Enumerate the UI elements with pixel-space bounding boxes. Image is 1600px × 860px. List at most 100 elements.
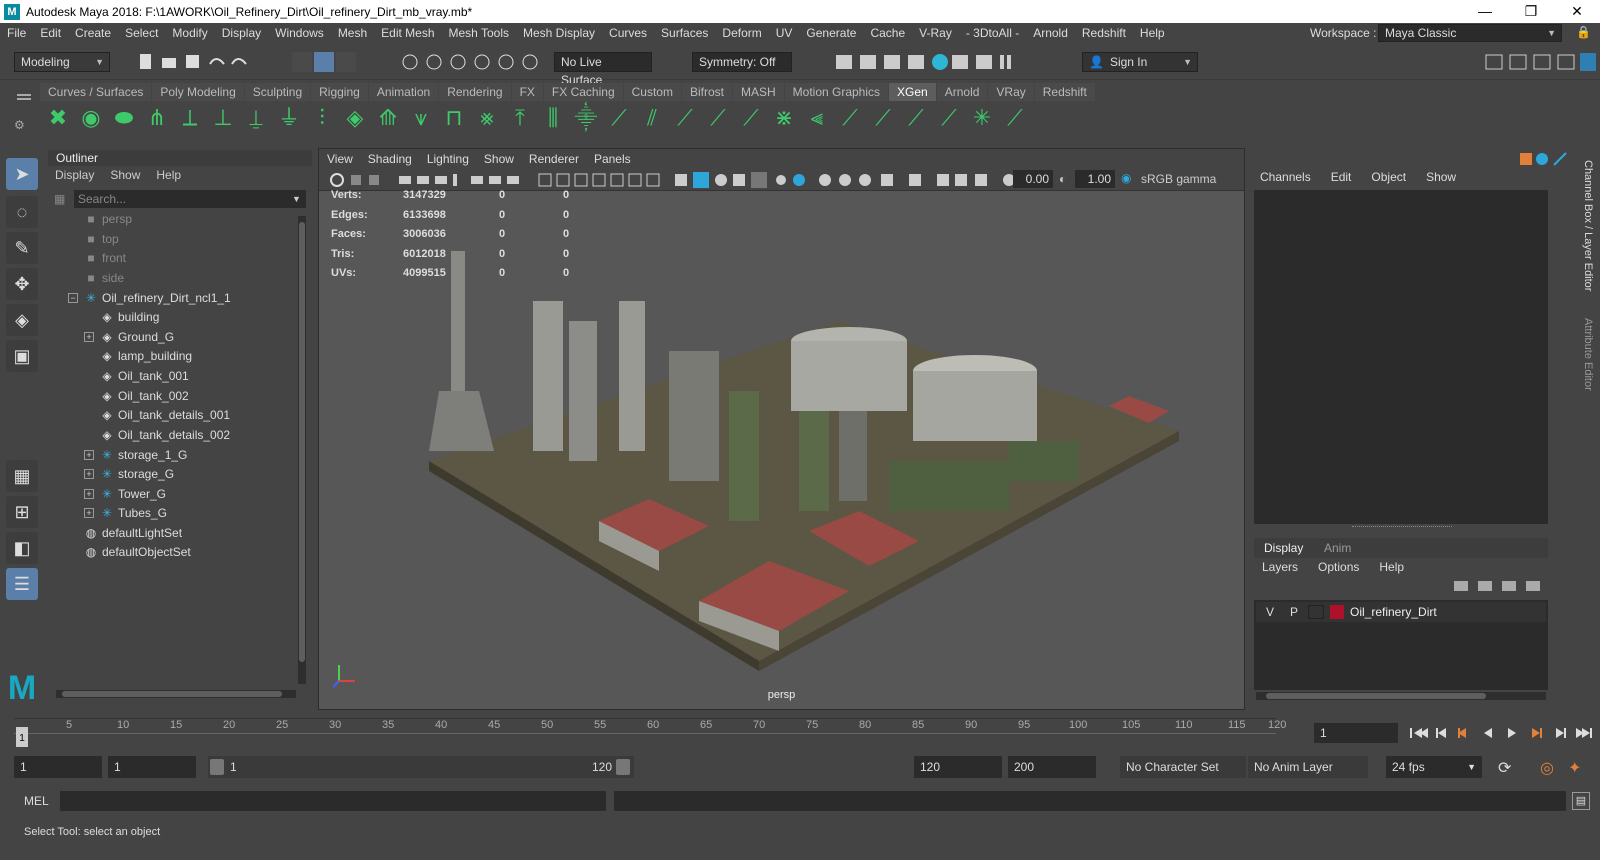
anim-end-field[interactable]: 200 [1008, 756, 1096, 778]
range-end-handle[interactable] [616, 759, 630, 775]
tab-xgen[interactable]: XGen [889, 83, 936, 101]
layout-single-icon[interactable]: ▦ [6, 460, 38, 492]
xgen-add-guide-icon[interactable]: ⊥ [209, 104, 237, 132]
outliner-menu-show[interactable]: Show [110, 166, 140, 184]
select-tool-icon[interactable]: ➤ [6, 158, 38, 190]
tab-custom[interactable]: Custom [623, 83, 681, 101]
xgen-comb-icon[interactable]: ⫽ [638, 104, 666, 132]
sign-in-button[interactable]: 👤 Sign In ▼ [1082, 52, 1198, 72]
script-editor-icon[interactable]: ▤ [1572, 792, 1590, 810]
lock-icon[interactable]: 🔒 [1576, 25, 1591, 39]
render-icons[interactable] [834, 52, 1034, 72]
viewport-menu-lighting[interactable]: Lighting [427, 152, 469, 166]
menu-arnold[interactable]: Arnold [1026, 26, 1075, 40]
menu-mesh-display[interactable]: Mesh Display [516, 26, 602, 40]
outliner-menu-help[interactable]: Help [156, 166, 181, 184]
end-time-field[interactable]: 120 [914, 756, 1002, 778]
file-actions-icons[interactable] [130, 52, 250, 72]
channels-menu[interactable]: Channels [1260, 170, 1311, 184]
expand-icon[interactable]: + [84, 332, 94, 342]
viewport-menu-shading[interactable]: Shading [368, 152, 412, 166]
outliner-root-group[interactable]: − ✳ Oil_refinery_Dirt_ncl1_1 [68, 288, 231, 308]
expand-icon[interactable]: + [84, 450, 94, 460]
xgen-twist-icon[interactable]: ⟋ [704, 104, 732, 132]
layer-row[interactable]: V P Oil_refinery_Dirt [1256, 602, 1546, 622]
expand-icon[interactable]: + [84, 469, 94, 479]
outliner-item-tower-g[interactable]: + ✳ Tower_G [84, 484, 166, 504]
viewport-menu-show[interactable]: Show [484, 152, 514, 166]
xgen-sculpt-guide-icon[interactable]: ⍊ [242, 104, 270, 132]
close-button[interactable]: ✕ [1554, 0, 1600, 23]
tab-mash[interactable]: MASH [732, 83, 784, 101]
object-menu[interactable]: Object [1371, 170, 1406, 184]
viewport-menu-renderer[interactable]: Renderer [529, 152, 579, 166]
xgen-brush-icon[interactable]: ⟋ [605, 104, 633, 132]
viewport-toolbar-icons[interactable] [329, 172, 1019, 188]
xgen-orient-icon[interactable]: ⟋ [869, 104, 897, 132]
xgen-puff-icon[interactable]: ⟋ [902, 104, 930, 132]
layer-color-swatch[interactable] [1330, 605, 1344, 619]
outliner-set-default-object[interactable]: ◍ defaultObjectSet [84, 542, 191, 562]
menu-surfaces[interactable]: Surfaces [654, 26, 715, 40]
selection-mode-icons[interactable] [292, 52, 362, 72]
outliner-set-default-light[interactable]: ◍ defaultLightSet [84, 523, 182, 543]
xgen-editor-icon[interactable]: ◉ [77, 104, 105, 132]
options-menu[interactable]: Options [1318, 560, 1359, 574]
channel-box-toggle-icons[interactable] [1520, 150, 1580, 168]
outliner-item-storage-g[interactable]: + ✳ storage_G [84, 464, 174, 484]
minimize-button[interactable]: — [1462, 0, 1508, 23]
outliner-layout-icon[interactable]: ☰ [6, 568, 38, 600]
workspace-dropdown[interactable]: Maya Classic ▼ [1378, 24, 1562, 42]
layer-playback-toggle[interactable]: P [1290, 605, 1298, 619]
time-slider-bar[interactable]: 5 10 15 20 25 30 35 40 45 50 55 60 65 70… [14, 718, 1286, 747]
lasso-tool-icon[interactable]: ◌ [6, 196, 38, 228]
outliner-search-input[interactable]: Search... [74, 190, 306, 208]
menu-edit[interactable]: Edit [33, 26, 68, 40]
preferences-icon[interactable]: ✦ [1568, 758, 1581, 778]
outliner-item-ground-g[interactable]: + ◈ Ground_G [84, 327, 174, 347]
tab-fx[interactable]: FX [511, 83, 543, 101]
snap-icons[interactable] [400, 52, 550, 72]
menu-windows[interactable]: Windows [268, 26, 331, 40]
outliner-camera-persp[interactable]: ■ persp [84, 209, 132, 229]
xgen-descriptions-icon[interactable]: ⬬ [110, 104, 138, 132]
outliner-item-oil-tank-001[interactable]: ◈ Oil_tank_001 [100, 366, 188, 386]
tab-fx-caching[interactable]: FX Caching [543, 83, 623, 101]
tab-bifrost[interactable]: Bifrost [681, 83, 732, 101]
filter-icon[interactable]: ▦ [54, 192, 65, 206]
gamma-field[interactable]: 1.00 [1075, 170, 1115, 188]
current-frame-field[interactable]: 1 [1314, 723, 1398, 743]
side-tab-attribute-editor[interactable]: Attribute Editor [1580, 318, 1594, 408]
outliner-item-oil-tank-details-001[interactable]: ◈ Oil_tank_details_001 [100, 405, 230, 425]
xgen-relax-icon[interactable]: ⟋ [935, 104, 963, 132]
xgen-grab-icon[interactable]: ⟋ [836, 104, 864, 132]
xgen-spray-icon[interactable]: ✳ [968, 104, 996, 132]
colorspace-label[interactable]: sRGB gamma [1141, 172, 1216, 186]
viewport-menu-panels[interactable]: Panels [594, 152, 631, 166]
menu-redshift[interactable]: Redshift [1075, 26, 1133, 40]
menu-mesh-tools[interactable]: Mesh Tools [442, 26, 516, 40]
xgen-layer-icon[interactable]: ◈ [341, 104, 369, 132]
outliner-item-building[interactable]: ◈ building [100, 307, 159, 327]
outliner-item-lamp-building[interactable]: ◈ lamp_building [100, 346, 192, 366]
outliner-menu-display[interactable]: Display [55, 166, 94, 184]
live-surface-field[interactable]: No Live Surface [554, 52, 652, 87]
xgen-freeze-icon[interactable]: ⋇ [770, 104, 798, 132]
exposure-field[interactable]: 0.00 [1013, 170, 1053, 188]
outliner-item-tubes-g[interactable]: + ✳ Tubes_G [84, 503, 167, 523]
outliner-item-storage-1-g[interactable]: + ✳ storage_1_G [84, 445, 187, 465]
xgen-smooth-icon[interactable]: ⟋ [671, 104, 699, 132]
panel-splitter[interactable] [1352, 526, 1452, 528]
viewport-panel[interactable]: View Shading Lighting Show Renderer Pane… [318, 148, 1245, 710]
expand-icon[interactable]: + [84, 489, 94, 499]
outliner-camera-top[interactable]: ■ top [84, 229, 118, 249]
edit-menu[interactable]: Edit [1331, 170, 1352, 184]
help-menu[interactable]: Help [1379, 560, 1404, 574]
shelf-menu-icon[interactable]: ⚙ [14, 86, 34, 136]
menu-select[interactable]: Select [118, 26, 165, 40]
tab-arnold[interactable]: Arnold [936, 83, 988, 101]
start-time-field[interactable]: 1 [14, 756, 102, 778]
current-time-marker[interactable]: 1 [16, 727, 28, 747]
show-menu[interactable]: Show [1426, 170, 1456, 184]
menu-create[interactable]: Create [68, 26, 118, 40]
